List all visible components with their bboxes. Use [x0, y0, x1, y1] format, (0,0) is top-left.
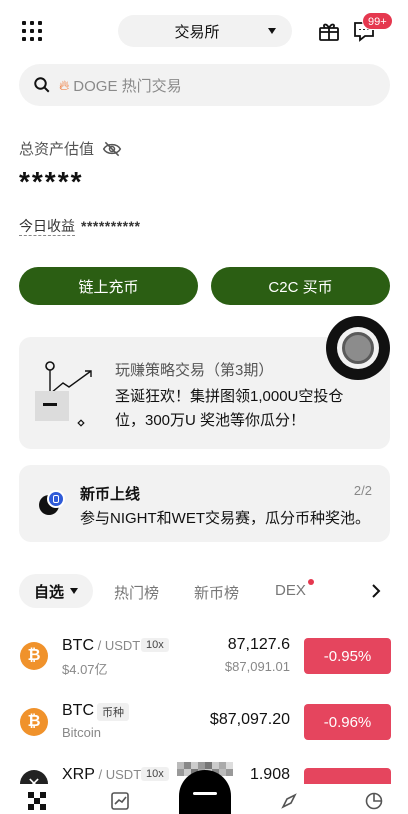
symbol-text: BTC — [62, 702, 94, 719]
market-chart-icon[interactable] — [111, 792, 129, 810]
row-volume: $4.07亿 — [62, 662, 108, 677]
home-logo-icon[interactable] — [28, 792, 46, 810]
today-earnings-value: ********** — [81, 218, 141, 234]
assets-pie-icon[interactable] — [365, 792, 383, 810]
tab-new[interactable]: 新币榜 — [194, 582, 239, 603]
row-symbol: BTC — [62, 702, 94, 720]
market-row-btc-usdt[interactable]: ₿ BTC / USDT 10x $4.07亿 87,127.6 $87,091… — [0, 624, 408, 688]
leverage-tag: 10x — [141, 638, 169, 652]
total-assets-title: 总资产估值 — [19, 138, 122, 159]
flame-icon: 🔥︎ — [59, 76, 70, 93]
tab-dex-dot — [308, 579, 314, 585]
total-assets-label: 总资产估值 — [19, 141, 95, 158]
floating-assistive-button[interactable] — [326, 316, 390, 380]
c2c-buy-button[interactable]: C2C 买币 — [211, 267, 390, 305]
quote-text: / USDT — [94, 767, 142, 782]
discover-compass-icon[interactable] — [280, 792, 298, 810]
caret-down-icon — [70, 588, 78, 594]
notification-badge: 99+ — [362, 12, 393, 30]
tab-hot[interactable]: 热门榜 — [114, 582, 159, 603]
promo-text: 圣诞狂欢！集拼图领1,000U空投仓位，300万U 奖池等你瓜分！ — [115, 388, 344, 429]
eye-off-icon[interactable] — [102, 139, 122, 159]
deposit-button[interactable]: 链上充币 — [19, 267, 198, 305]
change-badge[interactable]: -0.95% — [304, 638, 391, 674]
row-price: 1.908 — [249, 766, 290, 783]
market-tabs: 自选 热门榜 新币榜 DEX — [19, 574, 390, 608]
promo-illustration-icon — [33, 361, 103, 431]
exchange-selector-label: 交易所 — [174, 23, 220, 41]
wet-coin-logo-icon — [47, 490, 65, 508]
tab-dex[interactable]: DEX — [275, 582, 306, 599]
row-price-usd: $87,091.01 — [224, 659, 290, 674]
new-listing-title: 新币上线 — [80, 486, 141, 503]
row-price: 87,127.6 — [227, 636, 290, 653]
bitcoin-icon: ₿ — [20, 642, 48, 670]
quote-text: / USDT — [94, 638, 141, 653]
tab-favorites-label: 自选 — [33, 583, 64, 601]
new-listing-card[interactable]: 新币上线 参与NIGHT和WET交易赛，瓜分币种奖池。 2/2 — [19, 465, 390, 542]
row-symbol: XRP / USDT — [62, 766, 141, 784]
new-listing-text: 参与NIGHT和WET交易赛，瓜分币种奖池。 — [80, 510, 370, 527]
coin-tag: 币种 — [97, 703, 129, 721]
bitcoin-icon: ₿ — [20, 708, 48, 736]
search-icon — [34, 77, 50, 93]
chevron-right-icon[interactable] — [370, 583, 382, 599]
search-input[interactable]: 🔥︎ DOGE 热门交易 — [19, 64, 390, 106]
today-earnings-label: 今日收益 — [19, 218, 75, 236]
search-placeholder: DOGE 热门交易 — [73, 77, 182, 95]
new-listing-pager: 2/2 — [353, 483, 372, 498]
center-button-bar — [193, 792, 217, 795]
leverage-tag: 10x — [141, 767, 169, 781]
symbol-text: BTC — [62, 637, 94, 654]
promo-title: 玩赚策略交易（第3期） — [115, 362, 274, 379]
symbol-text: XRP — [62, 766, 95, 783]
floating-ring — [337, 327, 379, 369]
row-coin-name: Bitcoin — [62, 725, 102, 740]
exchange-selector[interactable]: 交易所 — [118, 15, 292, 47]
market-row-btc-spot[interactable]: ₿ BTC 币种 Bitcoin $87,097.20 -0.96% — [0, 690, 408, 754]
menu-grid-icon[interactable] — [22, 21, 42, 41]
trade-center-button[interactable] — [179, 770, 231, 814]
tab-favorites[interactable]: 自选 — [19, 574, 93, 608]
caret-down-icon — [268, 28, 276, 34]
row-symbol: BTC / USDT — [62, 637, 140, 655]
row-price: $87,097.20 — [209, 711, 290, 728]
total-assets-value: ***** — [19, 166, 84, 197]
today-earnings[interactable]: 今日收益 ********** — [19, 216, 140, 236]
floating-core — [342, 332, 374, 364]
gift-icon[interactable] — [317, 19, 341, 43]
change-badge[interactable]: -0.96% — [304, 704, 391, 740]
